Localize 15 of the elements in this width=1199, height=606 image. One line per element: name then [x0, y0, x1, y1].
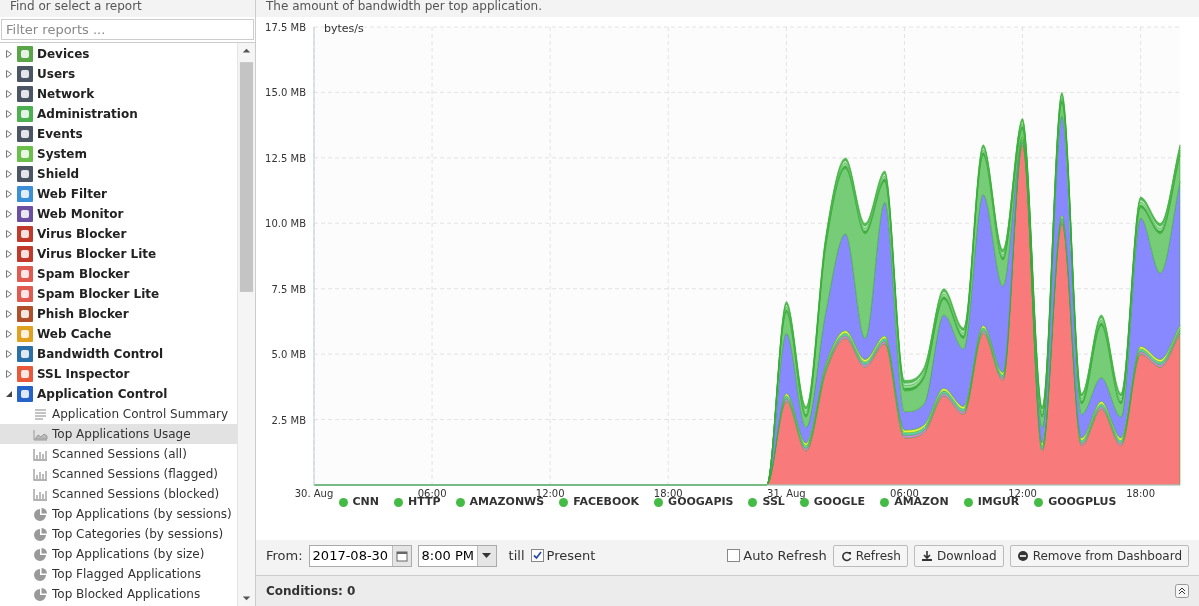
x-axis-label: 30. Aug [294, 488, 334, 499]
y-axis-title: bytes/s [324, 22, 364, 35]
x-axis-label: 18:00 [1126, 488, 1156, 499]
y-axis-label: 10.0 MB [265, 218, 306, 230]
y-axis-label: 7.5 MB [271, 283, 306, 295]
sidebar-title: Find or select a report [0, 0, 255, 17]
y-axis-label: 12.5 MB [265, 152, 306, 164]
conditions-label: Conditions: 0 [266, 583, 356, 600]
report-description: The amount of bandwidth per top application. [265, 0, 543, 15]
till-label: till [508, 546, 525, 565]
from-label: From: [266, 546, 303, 565]
y-axis-label: 15.0 MB [265, 87, 306, 99]
y-axis-label: 17.5 MB [265, 22, 306, 33]
y-axis-label: 5.0 MB [271, 349, 306, 361]
y-axis-label: 2.5 MB [271, 414, 306, 426]
